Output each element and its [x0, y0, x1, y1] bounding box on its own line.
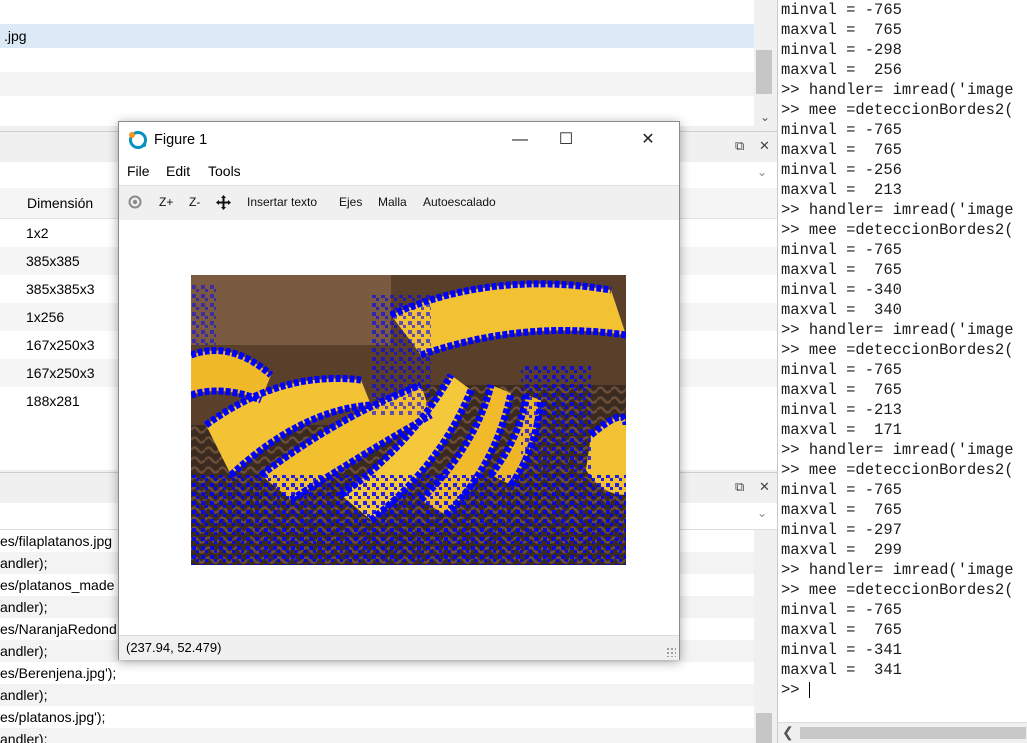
file-browser-scroll-thumb[interactable] — [756, 50, 772, 94]
rotate-icon[interactable] — [127, 194, 143, 210]
command-output-line: maxval = 765 — [781, 21, 902, 39]
command-output-line: minval = -765 — [781, 241, 902, 259]
zoom-in-button[interactable]: Z+ — [159, 195, 173, 209]
command-output-line: maxval = 341 — [781, 661, 902, 679]
zoom-out-button[interactable]: Z- — [189, 195, 200, 209]
history-item[interactable]: es/platanos.jpg'); — [0, 706, 777, 728]
command-output-line: maxval = 765 — [781, 261, 902, 279]
scroll-left-icon[interactable]: ❮ — [782, 724, 794, 741]
close-icon[interactable]: ✕ — [759, 138, 770, 154]
command-output-line: maxval = 256 — [781, 61, 902, 79]
figure-title: Figure 1 — [154, 132, 208, 148]
command-output-line: minval = -765 — [781, 121, 902, 139]
text-caret — [808, 681, 810, 698]
file-row-selected[interactable]: .jpg — [0, 24, 754, 48]
grid-button[interactable]: Malla — [378, 195, 407, 209]
figure-window[interactable]: Figure 1 — ☐ ✕ File Edit Tools Z+ Z- Ins… — [118, 121, 680, 660]
file-row[interactable] — [0, 0, 754, 24]
edge-detection-image[interactable] — [191, 275, 626, 565]
command-output-line: >> mee =deteccionBordes2( — [781, 221, 1014, 239]
command-output-line: minval = -213 — [781, 401, 902, 419]
close-icon[interactable]: ✕ — [759, 479, 770, 495]
file-row[interactable] — [0, 48, 754, 72]
command-horizontal-scrollbar[interactable]: ❮ — [778, 722, 1027, 743]
file-browser-panel: .jpg ▼ — [0, 0, 754, 126]
command-output-line: maxval = 299 — [781, 541, 902, 559]
command-output-line: maxval = 340 — [781, 301, 902, 319]
command-output-line: >> handler= imread('image — [781, 201, 1014, 219]
command-output-line: minval = -256 — [781, 161, 902, 179]
column-header-dimension[interactable]: Dimensión — [27, 188, 93, 218]
pointer-coordinates: (237.94, 52.479) — [126, 640, 222, 655]
close-icon[interactable]: ✕ — [625, 122, 671, 158]
axes-button[interactable]: Ejes — [339, 195, 362, 209]
undock-icon[interactable]: ⧉ — [735, 479, 744, 495]
prompt: >> — [781, 681, 809, 699]
menu-tools[interactable]: Tools — [208, 163, 241, 179]
command-window[interactable]: minval = -765 maxval = 765 minval = -298 ma… — [777, 0, 1027, 743]
command-output-line: >> mee =deteccionBordes2( — [781, 101, 1014, 119]
octave-logo-icon — [129, 131, 147, 149]
command-output-line: >> mee =deteccionBordes2( — [781, 461, 1014, 479]
command-output-line: >> handler= imread('image — [781, 321, 1014, 339]
command-output-line: minval = -340 — [781, 281, 902, 299]
command-output-line: maxval = 171 — [781, 421, 902, 439]
command-output-line: minval = -765 — [781, 601, 902, 619]
command-output-line: >> mee =deteccionBordes2( — [781, 341, 1014, 359]
command-output: minval = -765 maxval = 765 minval = -298 ma… — [778, 0, 1027, 680]
history-item[interactable]: es/Berenjena.jpg'); — [0, 662, 777, 684]
figure-menubar: File Edit Tools — [119, 160, 679, 184]
insert-text-button[interactable]: Insertar texto — [247, 195, 317, 209]
autoscale-button[interactable]: Autoescalado — [423, 195, 496, 209]
history-scrollbar[interactable] — [754, 530, 777, 743]
figure-statusbar: (237.94, 52.479) — [119, 635, 679, 660]
command-output-line: maxval = 765 — [781, 501, 902, 519]
command-output-line: >> handler= imread('image — [781, 441, 1014, 459]
menu-file[interactable]: File — [127, 163, 150, 179]
scrollbar-thumb[interactable] — [800, 727, 1026, 739]
command-output-line: minval = -298 — [781, 41, 902, 59]
command-output-line: minval = -341 — [781, 641, 902, 659]
command-output-line: >> handler= imread('image — [781, 81, 1014, 99]
file-row[interactable] — [0, 72, 754, 96]
command-output-line: minval = -765 — [781, 1, 902, 19]
command-output-line: >> handler= imread('image — [781, 561, 1014, 579]
menu-edit[interactable]: Edit — [166, 163, 190, 179]
figure-canvas[interactable] — [119, 220, 679, 634]
pan-arrows-icon[interactable] — [215, 194, 232, 211]
command-output-line: minval = -765 — [781, 481, 902, 499]
command-output-line: maxval = 765 — [781, 381, 902, 399]
command-output-line: maxval = 213 — [781, 181, 902, 199]
file-row[interactable] — [0, 96, 754, 120]
figure-title-bar[interactable]: Figure 1 — ☐ ✕ — [119, 122, 679, 158]
history-item[interactable]: andler); — [0, 728, 777, 743]
minimize-icon[interactable]: — — [497, 122, 543, 158]
chevron-down-icon[interactable]: ⌄ — [756, 110, 774, 124]
history-item[interactable]: andler); — [0, 684, 777, 706]
undock-icon[interactable]: ⧉ — [735, 138, 744, 154]
command-prompt-line[interactable]: >> — [778, 680, 1027, 700]
chevron-down-icon[interactable]: ⌄ — [757, 165, 767, 179]
command-output-line: >> mee =deteccionBordes2( — [781, 581, 1014, 599]
command-output-line: minval = -765 — [781, 361, 902, 379]
command-output-line: maxval = 765 — [781, 141, 902, 159]
command-output-line: minval = -297 — [781, 521, 902, 539]
chevron-down-icon[interactable]: ⌄ — [757, 506, 767, 520]
command-output-line: maxval = 765 — [781, 621, 902, 639]
scrollbar-thumb[interactable] — [756, 713, 772, 743]
figure-toolbar: Z+ Z- Insertar texto Ejes Malla Autoesca… — [119, 185, 679, 221]
maximize-icon[interactable]: ☐ — [543, 122, 589, 158]
resize-grip-icon[interactable] — [666, 647, 676, 657]
